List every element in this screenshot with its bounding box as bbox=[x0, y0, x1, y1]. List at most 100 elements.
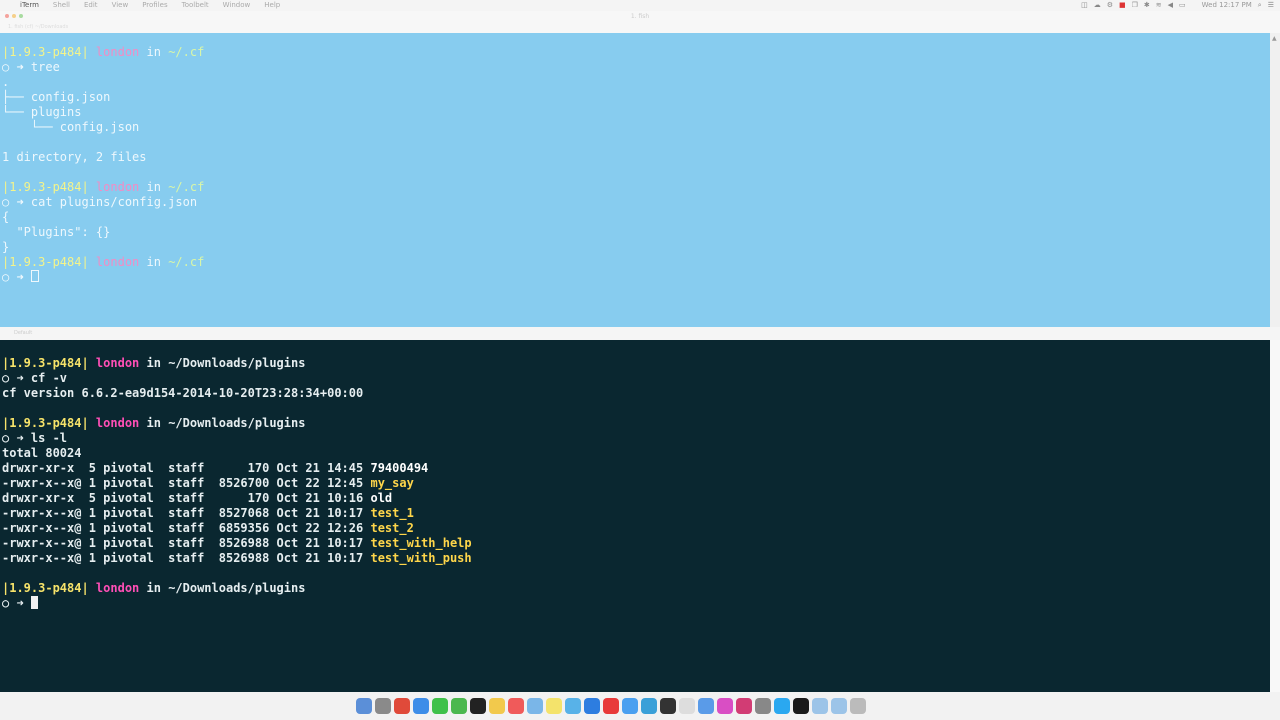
terminal-line: ○ ➜ cat plugins/config.json bbox=[2, 195, 1270, 210]
terminal-text: } bbox=[2, 240, 10, 254]
scrollbar-bottom-pane[interactable] bbox=[1270, 340, 1280, 692]
scrollbar-top-pane[interactable]: ▲ bbox=[1270, 33, 1280, 327]
terminal-line: -rwxr-x--x@ 1 pivotal staff 8526988 Oct … bbox=[2, 551, 1270, 566]
terminal-text: . bbox=[2, 75, 10, 89]
terminal-text: my_say bbox=[370, 476, 414, 490]
terminal-line: ├── config.json bbox=[2, 90, 1270, 105]
terminal-text: ~/Downloads/plugins bbox=[168, 416, 306, 430]
preview-icon[interactable] bbox=[527, 698, 543, 714]
gear-icon[interactable]: ⚙ bbox=[1107, 0, 1113, 11]
terminal-text: └── config.json bbox=[2, 120, 140, 134]
calendar-icon[interactable] bbox=[508, 698, 524, 714]
menubar-clock[interactable]: Wed 12:17 PM bbox=[1202, 0, 1252, 11]
terminal-line: cf version 6.6.2-ea9d154-2014-10-20T23:2… bbox=[2, 386, 1270, 401]
terminal-line: -rwxr-x--x@ 1 pivotal staff 6859356 Oct … bbox=[2, 521, 1270, 536]
terminal-text: -rwxr-x--x@ 1 pivotal staff 8526700 Oct … bbox=[2, 476, 371, 490]
textedit-icon[interactable] bbox=[679, 698, 695, 714]
window-title: 1. fish bbox=[630, 13, 650, 20]
spotlight-search-icon[interactable]: ⌕ bbox=[1258, 0, 1262, 11]
terminal-text: london bbox=[95, 255, 140, 269]
notification-center-icon[interactable]: ☰ bbox=[1268, 0, 1274, 11]
stickies-icon[interactable] bbox=[546, 698, 562, 714]
cloud-icon[interactable]: ☁ bbox=[1094, 0, 1101, 11]
menu-view[interactable]: View bbox=[112, 0, 129, 11]
terminal-text: ~/.cf bbox=[168, 45, 205, 59]
terminal-text: |1.9.3-p484| bbox=[2, 416, 96, 430]
menu-shell[interactable]: Shell bbox=[53, 0, 70, 11]
maps-icon[interactable] bbox=[565, 698, 581, 714]
terminal-line: 1 directory, 2 files bbox=[2, 150, 1270, 165]
terminal-line: ○ ➜ cf -v bbox=[2, 371, 1270, 386]
terminal-line: -rwxr-x--x@ 1 pivotal staff 8526988 Oct … bbox=[2, 536, 1270, 551]
terminal-text: ~/Downloads/plugins bbox=[168, 356, 306, 370]
terminal-cursor bbox=[30, 270, 39, 282]
terminal-pane-top[interactable]: |1.9.3-p484| london in ~/.cf ○ ➜ tree. ├──… bbox=[0, 33, 1270, 327]
keynote-icon[interactable] bbox=[698, 698, 714, 714]
iphoto-icon[interactable] bbox=[641, 698, 657, 714]
terminal-text: in bbox=[139, 45, 169, 59]
volume-icon[interactable]: ◀ bbox=[1168, 0, 1173, 11]
terminal-text: in bbox=[139, 581, 169, 595]
safari-icon[interactable] bbox=[413, 698, 429, 714]
terminal-line: drwxr-xr-x 5 pivotal staff 170 Oct 21 10… bbox=[2, 491, 1270, 506]
trash-icon[interactable] bbox=[850, 698, 866, 714]
terminal-text: cf version 6.6.2-ea9d154-2014-10-20T23:2… bbox=[2, 386, 364, 400]
terminal-text: 1 directory, 2 files bbox=[2, 150, 147, 164]
terminal-icon[interactable] bbox=[470, 698, 486, 714]
scroll-up-arrow-icon[interactable]: ▲ bbox=[1272, 35, 1277, 42]
facetime-icon[interactable] bbox=[451, 698, 467, 714]
record-icon[interactable]: ■ bbox=[1119, 0, 1126, 11]
terminal-text: ├── config.json bbox=[2, 90, 111, 104]
terminal-cursor bbox=[30, 596, 38, 609]
notes-icon[interactable] bbox=[489, 698, 505, 714]
terminal-line: -rwxr-x--x@ 1 pivotal staff 8526700 Oct … bbox=[2, 476, 1270, 491]
bluetooth-icon[interactable]: ✱ bbox=[1144, 0, 1150, 11]
menu-window[interactable]: Window bbox=[223, 0, 251, 11]
terminal-text: -rwxr-x--x@ 1 pivotal staff 8527068 Oct … bbox=[2, 506, 371, 520]
battery-icon[interactable]: ▭ bbox=[1179, 0, 1186, 11]
menu-toolbelt[interactable]: Toolbelt bbox=[182, 0, 209, 11]
documents-folder-icon[interactable] bbox=[831, 698, 847, 714]
menu-app-name[interactable]: iTerm bbox=[20, 0, 39, 11]
terminal-line: |1.9.3-p484| london in ~/Downloads/plugi… bbox=[2, 581, 1270, 596]
mail-icon[interactable] bbox=[622, 698, 638, 714]
itunes-icon[interactable] bbox=[717, 698, 733, 714]
terminal-line: } bbox=[2, 240, 1270, 255]
terminal-pane-bottom[interactable]: |1.9.3-p484| london in ~/Downloads/plugi… bbox=[0, 340, 1270, 692]
terminal-text: -rwxr-x--x@ 1 pivotal staff 8526988 Oct … bbox=[2, 551, 371, 565]
menu-profiles[interactable]: Profiles bbox=[142, 0, 167, 11]
photo-booth-icon[interactable] bbox=[736, 698, 752, 714]
skype-icon[interactable] bbox=[774, 698, 790, 714]
launchpad-icon[interactable] bbox=[375, 698, 391, 714]
dropbox-icon[interactable]: ◫ bbox=[1081, 0, 1088, 11]
terminal-text: ~/.cf bbox=[168, 255, 205, 269]
messages-icon[interactable] bbox=[432, 698, 448, 714]
window-title-bar: 1. fish 1. fish (cf) ~/Downloads bbox=[0, 11, 1280, 33]
activity-monitor-icon[interactable] bbox=[660, 698, 676, 714]
terminal-text: drwxr-xr-x 5 pivotal staff 170 Oct 21 14… bbox=[2, 461, 371, 475]
terminal-line: . bbox=[2, 75, 1270, 90]
terminal-line: |1.9.3-p484| london in ~/Downloads/plugi… bbox=[2, 416, 1270, 431]
terminal-text: -rwxr-x--x@ 1 pivotal staff 8526988 Oct … bbox=[2, 536, 371, 550]
downloads-folder-icon[interactable] bbox=[812, 698, 828, 714]
terminal-text: ~/Downloads/plugins bbox=[168, 581, 306, 595]
app-store-icon[interactable] bbox=[584, 698, 600, 714]
wifi-icon[interactable]: ≋ bbox=[1156, 0, 1162, 11]
terminal-line: |1.9.3-p484| london in ~/.cf bbox=[2, 255, 1270, 270]
terminal-line: -rwxr-x--x@ 1 pivotal staff 8527068 Oct … bbox=[2, 506, 1270, 521]
system-preferences-icon[interactable] bbox=[755, 698, 771, 714]
window-icon[interactable]: ❐ bbox=[1132, 0, 1138, 11]
menu-help[interactable]: Help bbox=[264, 0, 280, 11]
reminders-icon[interactable] bbox=[603, 698, 619, 714]
iterm-icon[interactable] bbox=[793, 698, 809, 714]
chrome-icon[interactable] bbox=[394, 698, 410, 714]
terminal-text: ○ ➜ cat plugins/config.json bbox=[2, 195, 198, 209]
terminal-tab[interactable]: 1. fish (cf) ~/Downloads bbox=[8, 24, 68, 30]
split-pane-divider[interactable]: Default bbox=[0, 327, 1280, 340]
finder-icon[interactable] bbox=[356, 698, 372, 714]
menu-edit[interactable]: Edit bbox=[84, 0, 98, 11]
